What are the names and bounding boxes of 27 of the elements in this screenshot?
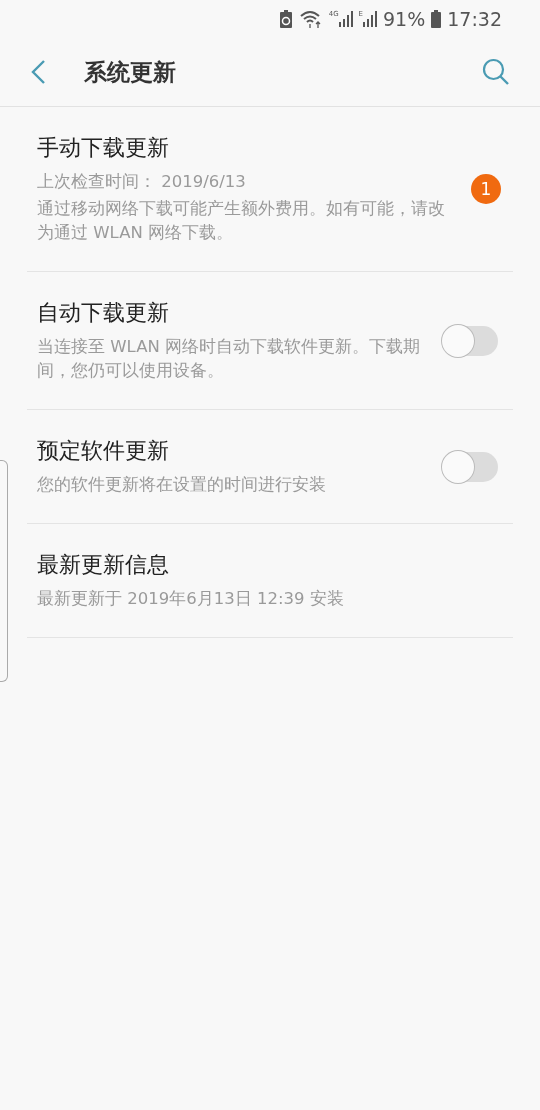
count-badge: 1 bbox=[471, 174, 501, 204]
item-description: 您的软件更新将在设置的时间进行安装 bbox=[37, 474, 327, 496]
battery-icon bbox=[431, 10, 442, 28]
settings-item[interactable]: 手动下载更新 上次检查时间： 2019/6/13 通过移动网络下载可能产生额外费用。如有可能，请改为通过 WLAN 网络下载。 1 bbox=[27, 107, 513, 272]
settings-item[interactable]: 预定软件更新 您的软件更新将在设置的时间进行安装 bbox=[27, 410, 513, 524]
item-title: 手动下载更新 bbox=[37, 134, 170, 162]
item-title: 最新更新信息 bbox=[37, 551, 170, 579]
toggle-switch[interactable] bbox=[444, 325, 498, 356]
back-button[interactable] bbox=[30, 59, 46, 85]
battery-saver-icon bbox=[278, 10, 293, 28]
signal-icon bbox=[338, 11, 353, 27]
toggle-switch[interactable] bbox=[444, 451, 498, 482]
item-description: 通过移动网络下载可能产生额外费用。如有可能，请改为通过 WLAN 网络下载。 bbox=[37, 198, 446, 244]
search-button[interactable] bbox=[482, 58, 510, 86]
item-title: 自动下载更新 bbox=[37, 299, 170, 327]
item-description: 最新更新于 2019年6月13日 12:39 安装 bbox=[37, 588, 345, 610]
settings-item[interactable]: 自动下载更新 当连接至 WLAN 网络时自动下载软件更新。下载期间，您仍可以使用设备。 bbox=[27, 272, 513, 410]
clock: 17:32 bbox=[447, 8, 502, 30]
settings-item[interactable]: 最新更新信息 最新更新于 2019年6月13日 12:39 安装 bbox=[27, 524, 513, 638]
battery-percent: 91% bbox=[383, 8, 426, 30]
signal-icon bbox=[363, 11, 377, 27]
page-title: 系统更新 bbox=[84, 57, 177, 87]
wifi-icon bbox=[298, 10, 323, 28]
item-description: 当连接至 WLAN 网络时自动下载软件更新。下载期间，您仍可以使用设备。 bbox=[37, 336, 421, 382]
item-description: 上次检查时间： 2019/6/13 bbox=[37, 171, 247, 193]
item-title: 预定软件更新 bbox=[37, 437, 170, 465]
edge-panel-handle[interactable] bbox=[0, 460, 8, 682]
